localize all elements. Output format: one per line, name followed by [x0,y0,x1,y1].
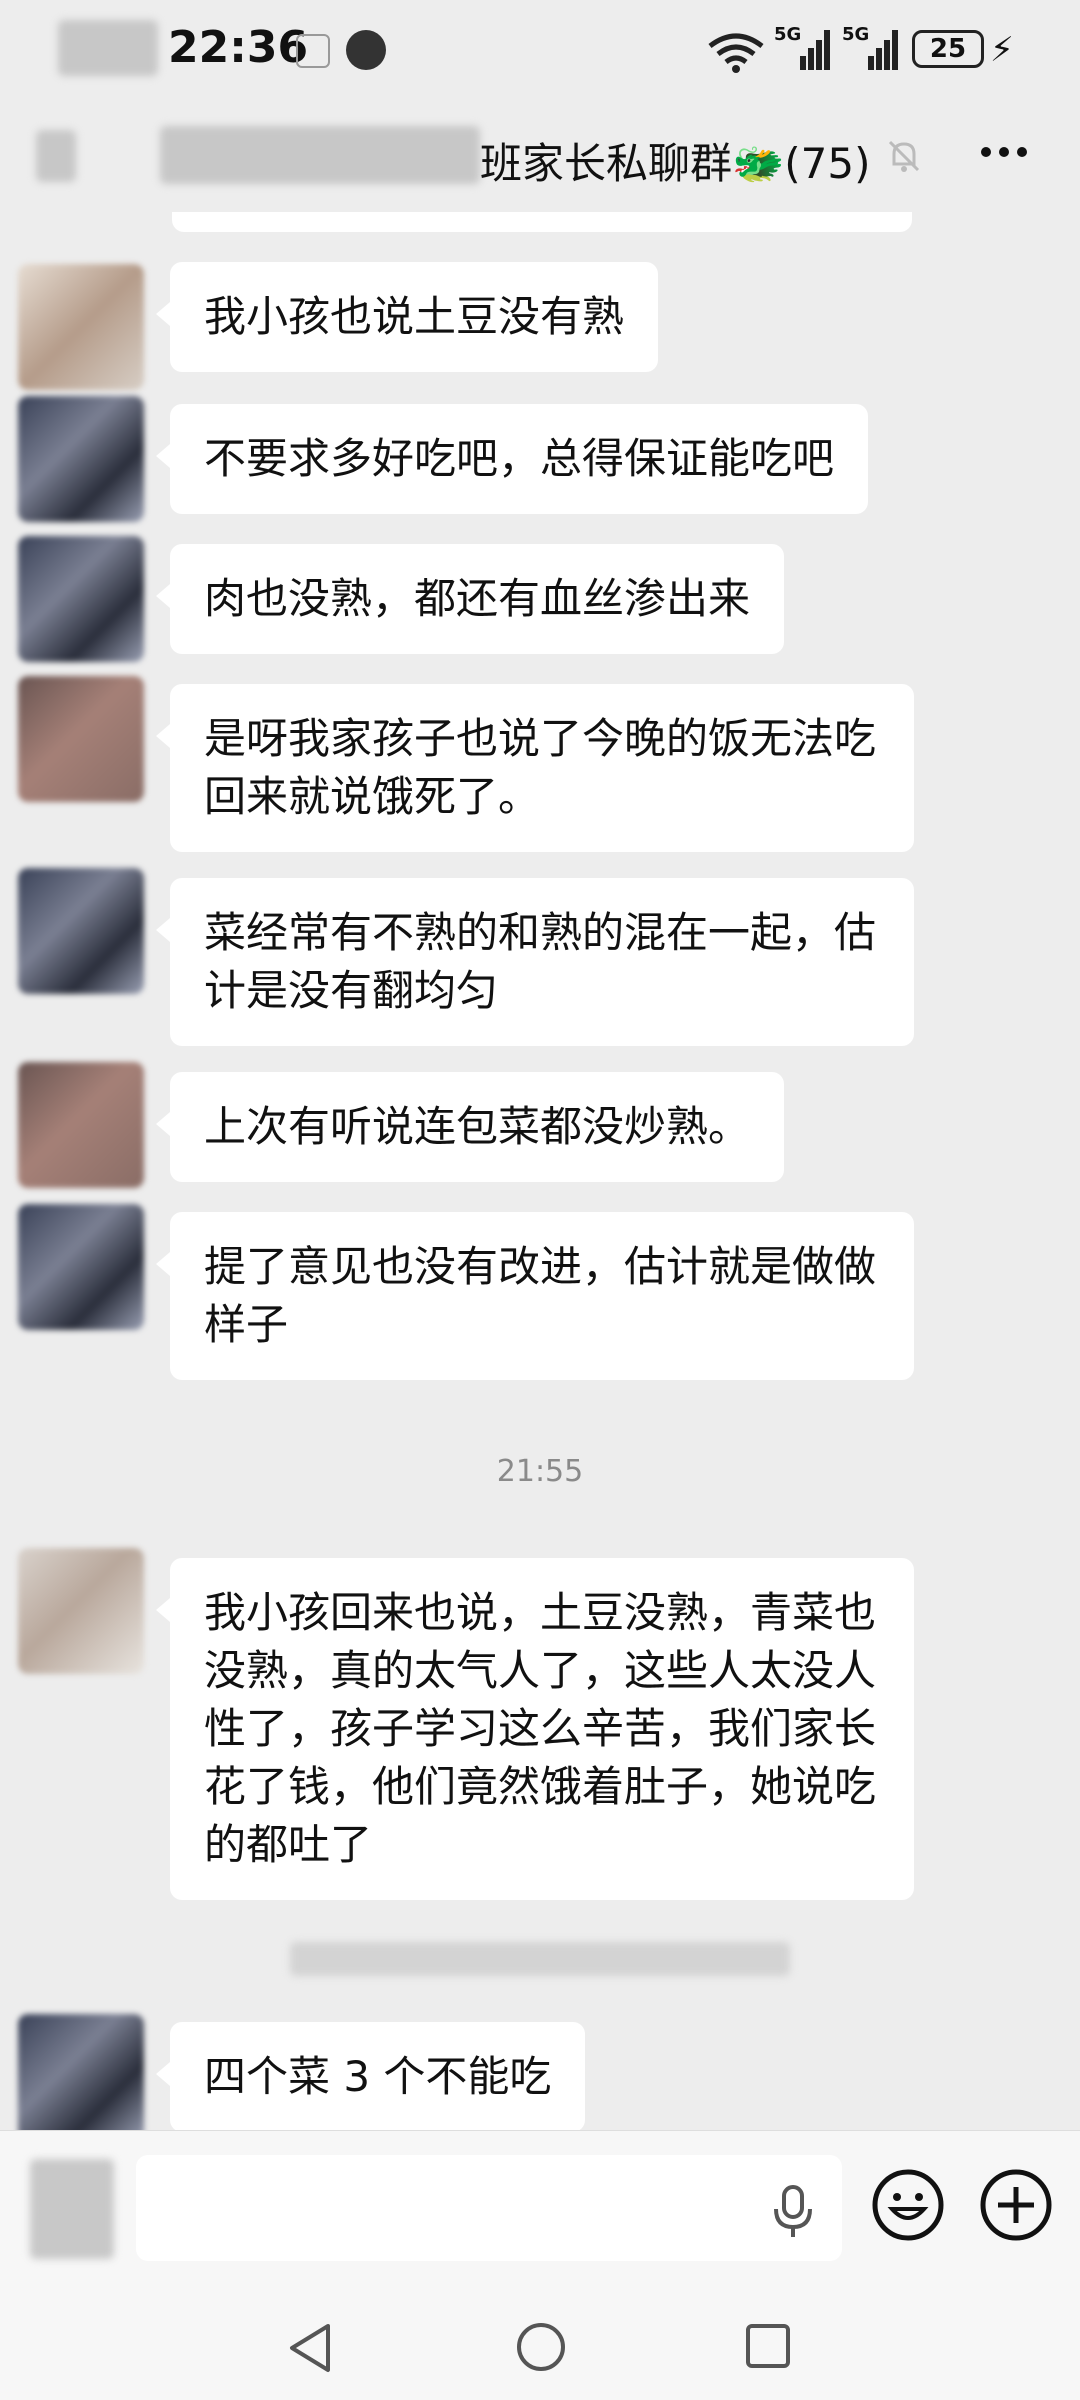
message-bubble[interactable]: 是呀我家孩子也说了今晚的饭无法吃回来就说饿死了。 [156,684,914,852]
signal-icon: 5G [774,24,834,74]
more-icon[interactable] [974,132,1034,172]
message-bubble[interactable]: 不要求多好吃吧，总得保证能吃吧 [155,404,869,514]
chat-title: 班家长私聊群🐲(75) [480,139,871,188]
message-bubble[interactable]: 我小孩也说土豆没有熟 [155,262,659,372]
sim-icon [296,34,330,68]
input-bar [0,2130,1080,2290]
avatar[interactable] [18,1204,144,1330]
status-time: 22:36 [168,22,309,73]
status-bar: 22:36 5G 5G 25 ⚡ [0,0,1080,96]
message-bubble[interactable]: 上次有听说连包菜都没炒熟。 [155,1072,785,1182]
voice-toggle-button[interactable] [30,2159,114,2259]
message-bubble[interactable]: 菜经常有不熟的和熟的混在一起，估计是没有翻均匀 [156,878,914,1046]
partial-message-bubble [172,212,912,232]
avatar[interactable] [18,1548,144,1674]
timestamp-separator: 21:55 [496,1454,584,1489]
status-left-blurred [58,20,158,76]
message-input[interactable] [136,2155,842,2261]
avatar[interactable] [18,536,144,662]
title-blurred-part [160,126,480,184]
charging-bolt-icon: ⚡ [990,30,1014,70]
plus-icon[interactable] [978,2167,1054,2243]
avatar[interactable] [18,2014,144,2140]
message-bubble[interactable]: 四个菜 3 个不能吃 [155,2022,586,2132]
back-button[interactable] [36,130,76,182]
avatar[interactable] [18,868,144,994]
square-recent-icon[interactable] [744,2322,792,2370]
system-nav-bar [0,2290,1080,2400]
emoji-icon[interactable] [870,2167,946,2243]
battery-indicator: 25 [912,30,984,68]
message-bubble[interactable]: 肉也没熟，都还有血丝渗出来 [155,544,785,654]
microphone-icon[interactable] [770,2183,816,2239]
avatar[interactable] [18,676,144,802]
signal-icon-2: 5G [842,24,902,74]
chat-header: 班家长私聊群🐲(75) [0,96,1080,216]
sound-icon [346,30,386,70]
wifi-icon [708,33,764,73]
message-bubble[interactable]: 我小孩回来也说，土豆没熟，青菜也没熟，真的太气人了，这些人太没人性了，孩子学习这… [156,1558,914,1900]
mute-bell-icon [888,140,920,172]
avatar[interactable] [18,1062,144,1188]
system-notice-blurred [290,1942,790,1976]
message-bubble[interactable]: 提了意见也没有改进，估计就是做做样子 [156,1212,914,1380]
circle-home-icon[interactable] [514,2320,568,2374]
avatar[interactable] [18,264,144,390]
triangle-back-icon[interactable] [284,2320,336,2376]
avatar[interactable] [18,396,144,522]
